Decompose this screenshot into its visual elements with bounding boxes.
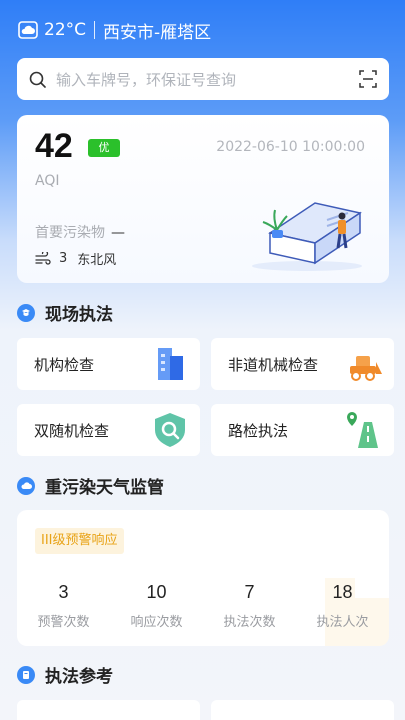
section-title-text: 重污染天气监管 xyxy=(45,478,164,498)
location-selector[interactable]: 西安市-雁塔区 xyxy=(103,18,211,43)
tile-label: 机构检查 xyxy=(34,356,95,374)
section-title-text: 执法参考 xyxy=(45,667,113,687)
search-input[interactable]: 输入车牌号，环保证号查询 xyxy=(56,69,359,90)
warning-level-badge: III级预警响应 xyxy=(35,528,124,554)
stat-label: 响应次数 xyxy=(130,615,183,630)
stat-response-count[interactable]: 10 响应次数 xyxy=(110,582,203,630)
section-title-pollution-weather: 重污染天气监管 xyxy=(17,473,164,498)
primary-pollutant-label: 首要污染物 xyxy=(35,225,105,241)
tile-double-random-check[interactable]: 双随机检查 xyxy=(17,404,200,456)
stat-value: 10 xyxy=(146,582,167,602)
building-icon xyxy=(158,348,183,380)
stat-value: 7 xyxy=(244,582,255,602)
wind-icon xyxy=(35,251,51,265)
search-bar[interactable]: 输入车牌号，环保证号查询 xyxy=(17,58,389,100)
section-title-text: 现场执法 xyxy=(45,305,113,325)
pollution-warning-card[interactable]: III级预警响应 3 预警次数 10 响应次数 7 执法次数 18 执法人次 xyxy=(17,510,389,646)
aqi-card[interactable]: 42 优 2022-06-10 10:00:00 AQI 首要污染物 — 3 东北… xyxy=(17,115,389,283)
scan-icon[interactable] xyxy=(359,70,377,88)
stat-label: 执法人次 xyxy=(316,615,369,630)
aqi-value: 42 xyxy=(35,127,73,165)
weather-cloud-icon xyxy=(17,476,35,495)
section-title-law-reference: 执法参考 xyxy=(17,662,113,687)
primary-pollutant-value: — xyxy=(111,225,125,241)
shield-search-icon xyxy=(155,413,185,447)
status-header: 22°C 西安市-雁塔区 xyxy=(18,18,211,43)
law-reference-card-right[interactable] xyxy=(211,700,394,720)
stat-label: 预警次数 xyxy=(37,615,90,630)
stat-enforcement-personnel[interactable]: 18 执法人次 xyxy=(296,582,389,630)
book-icon xyxy=(17,665,35,684)
tile-road-inspection[interactable]: 路检执法 xyxy=(211,404,394,456)
tile-non-road-machinery[interactable]: 非道机械检查 xyxy=(211,338,394,390)
primary-pollutant: 首要污染物 — xyxy=(35,222,125,242)
cloud-icon xyxy=(18,21,38,39)
wind-info: 3 东北风 xyxy=(35,249,126,268)
stat-label: 执法次数 xyxy=(223,615,276,630)
wind-level: 3 xyxy=(59,251,68,266)
search-icon xyxy=(29,71,46,88)
stat-enforcement-count[interactable]: 7 执法次数 xyxy=(203,582,296,630)
wind-direction: 东北风 xyxy=(77,253,117,268)
section-title-field-enforcement: 现场执法 xyxy=(17,300,113,325)
road-pin-icon xyxy=(347,412,378,448)
aqi-datetime: 2022-06-10 10:00:00 xyxy=(216,139,365,155)
stat-value: 18 xyxy=(332,582,353,602)
bulldozer-icon xyxy=(350,356,382,381)
law-reference-card-left[interactable] xyxy=(17,700,200,720)
header-divider xyxy=(94,21,96,39)
tile-label: 路检执法 xyxy=(228,422,289,440)
temperature: 22°C xyxy=(44,20,87,40)
reading-person-illustration xyxy=(252,202,362,271)
tile-institution-check[interactable]: 机构检查 xyxy=(17,338,200,390)
stat-warning-count[interactable]: 3 预警次数 xyxy=(17,582,110,630)
tile-label: 双随机检查 xyxy=(34,422,110,440)
stat-value: 3 xyxy=(58,582,69,602)
aqi-level-badge: 优 xyxy=(88,139,120,157)
tile-label: 非道机械检查 xyxy=(228,356,319,374)
badge-icon xyxy=(17,303,35,322)
aqi-label: AQI xyxy=(35,173,60,189)
